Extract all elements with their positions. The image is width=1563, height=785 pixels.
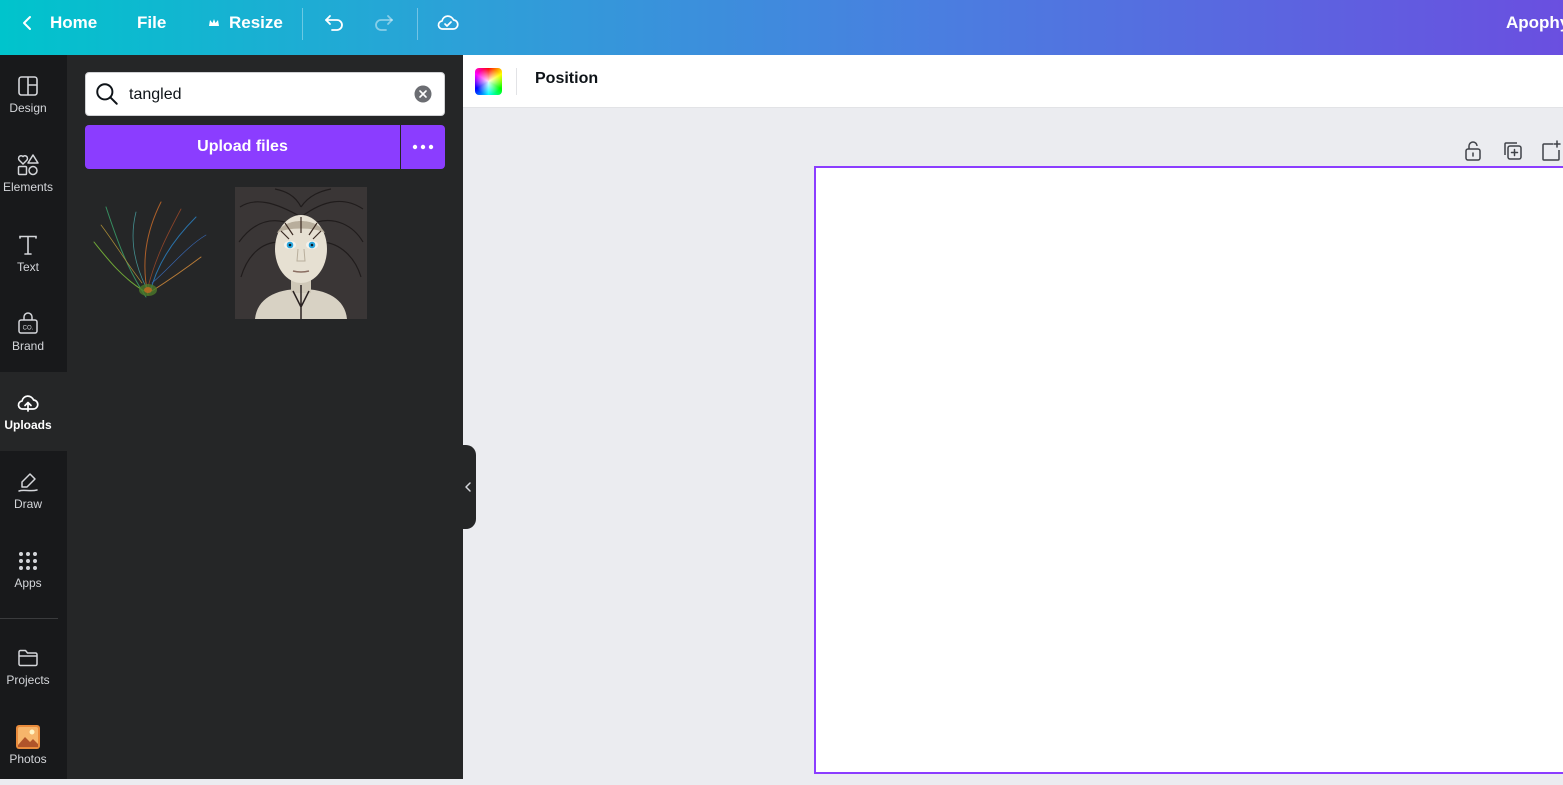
left-rail: Design Elements Text CO. Brand Uploads D… — [0, 55, 67, 779]
folder-icon — [18, 649, 38, 667]
rail-label: Apps — [14, 576, 42, 590]
home-button[interactable]: Home — [18, 0, 97, 46]
chevron-left-icon — [23, 16, 31, 30]
rail-item-design[interactable]: Design — [0, 55, 67, 134]
rail-label: Text — [16, 260, 39, 274]
top-bar: Home File Resize Apophy — [0, 0, 1563, 55]
search-input[interactable] — [129, 83, 399, 107]
resize-label: Resize — [229, 13, 283, 32]
crown-icon — [209, 19, 219, 26]
rail-item-projects[interactable]: Projects — [0, 627, 67, 706]
uploads-panel: Upload files — [67, 55, 463, 779]
add-page-icon[interactable] — [1539, 139, 1563, 163]
rail-item-text[interactable]: Text — [0, 214, 67, 293]
lock-icon[interactable] — [1461, 139, 1485, 163]
upload-files-button[interactable]: Upload files — [85, 125, 400, 169]
divider — [516, 68, 517, 95]
rail-item-uploads[interactable]: Uploads — [0, 372, 67, 451]
tangled-face-portrait-image — [235, 187, 367, 319]
rail-item-draw[interactable]: Draw — [0, 451, 67, 530]
rail-label: Design — [9, 101, 47, 115]
chevron-left-icon — [465, 482, 471, 492]
resize-button[interactable]: Resize — [207, 0, 283, 46]
more-dots-icon — [412, 144, 434, 150]
design-title-text: Apophy — [1506, 13, 1563, 32]
brand-kit-icon: CO. — [18, 312, 38, 334]
position-button[interactable]: Position — [535, 70, 598, 88]
duplicate-page-icon[interactable] — [1501, 139, 1525, 163]
file-menu-button[interactable]: File — [137, 0, 166, 46]
rail-item-photos[interactable]: Photos — [0, 706, 67, 785]
pen-icon — [18, 473, 38, 492]
clear-search-icon[interactable] — [414, 85, 432, 103]
collapse-panel-handle[interactable] — [461, 445, 476, 529]
upload-thumbnail[interactable] — [235, 187, 367, 319]
divider — [302, 8, 303, 40]
design-page-canvas[interactable] — [814, 166, 1563, 774]
cloud-saved-icon[interactable] — [436, 11, 460, 35]
rail-label: Draw — [13, 497, 42, 511]
rail-item-brand[interactable]: CO. Brand — [0, 293, 67, 372]
cloud-upload-icon — [17, 395, 39, 412]
rail-label: Elements — [2, 180, 54, 194]
rail-item-elements[interactable]: Elements — [0, 134, 67, 213]
home-label: Home — [50, 13, 98, 32]
redo-icon[interactable] — [372, 11, 396, 35]
search-box — [85, 72, 445, 116]
rail-label: Uploads — [4, 418, 52, 432]
background-color-swatch[interactable] — [475, 68, 502, 95]
context-toolbar: Position — [463, 55, 1563, 108]
fractal-feather-image — [86, 187, 218, 319]
rail-label: Projects — [6, 673, 50, 687]
rail-label: Photos — [9, 752, 47, 766]
design-title[interactable]: Apophy — [1506, 0, 1563, 46]
more-options-button[interactable] — [401, 125, 445, 169]
text-t-icon — [19, 235, 37, 255]
divider — [417, 8, 418, 40]
svg-text:CO.: CO. — [23, 326, 34, 332]
undo-icon[interactable] — [322, 11, 346, 35]
rail-item-apps[interactable]: Apps — [0, 530, 67, 609]
rail-label: Brand — [11, 339, 45, 353]
upload-thumbnail[interactable] — [86, 187, 218, 319]
grid-icon — [19, 552, 37, 570]
layout-icon — [18, 76, 38, 96]
file-label: File — [137, 13, 167, 32]
shapes-icon — [17, 154, 39, 176]
search-icon — [96, 83, 118, 105]
rail-divider — [0, 618, 58, 619]
photo-icon — [16, 725, 40, 749]
